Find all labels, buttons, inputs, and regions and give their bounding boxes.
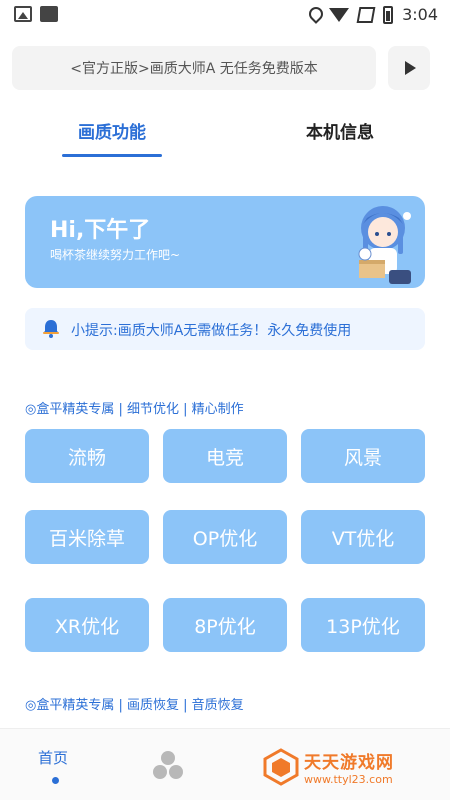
location-icon [308,7,320,23]
tab-device-info[interactable]: 本机信息 [290,118,390,143]
tab-graphics-functions[interactable]: 画质功能 [62,118,162,143]
announcement-bar[interactable]: <官方正版>画质大师A 无任务免费版本 [12,46,376,90]
mode-button-xr-optimize[interactable]: XR优化 [25,598,149,652]
announcement-text: <官方正版>画质大师A 无任务免费版本 [70,61,318,77]
mode-button-scenery[interactable]: 风景 [301,429,425,483]
bell-icon [43,320,59,338]
watermark-title: 天天游戏网 [304,753,394,773]
nav-home[interactable]: 首页 [38,747,68,768]
play-icon [405,61,416,75]
active-tab-indicator [62,154,162,157]
nav-active-dot [52,777,59,784]
mode-button-8p-optimize[interactable]: 8P优化 [163,598,287,652]
section-heading-restore: ◎盒平精英专属 | 画质恢复 | 音质恢复 [25,698,244,713]
mode-button-13p-optimize[interactable]: 13P优化 [301,598,425,652]
mode-button-vt-optimize[interactable]: VT优化 [301,510,425,564]
nav-apps-icon[interactable] [152,751,184,781]
play-button[interactable] [388,46,430,90]
tip-text: 小提示:画质大师A无需做任务！永久免费使用 [71,323,352,339]
anime-girl-illustration [358,206,411,284]
section-heading-detail-optimization: ◎盒平精英专属 | 细节优化 | 精心制作 [25,402,244,417]
image-notification-icon [14,6,32,22]
status-bar: 3:04 [0,0,450,30]
mode-button-esports[interactable]: 电竞 [163,429,287,483]
battery-icon [383,5,394,24]
mode-button-op-optimize[interactable]: OP优化 [163,510,287,564]
watermark-logo-icon [263,748,299,786]
no-signal-icon [356,6,376,23]
tip-banner: 小提示:画质大师A无需做任务！永久免费使用 [25,308,425,350]
greeting-title: Hi,下午了 [50,218,151,243]
site-watermark: 天天游戏网 www.ttyl23.com [262,748,394,786]
mode-button-grass-removal[interactable]: 百米除草 [25,510,149,564]
watermark-url: www.ttyl23.com [304,773,393,786]
greeting-subtitle: 喝杯茶继续努力工作吧~ [50,248,181,262]
greeting-card: Hi,下午了 喝杯茶继续努力工作吧~ [25,196,425,288]
status-time: 3:04 [402,5,438,24]
mode-button-smooth[interactable]: 流畅 [25,429,149,483]
app-notification-icon [40,6,58,22]
wifi-icon [329,7,350,22]
